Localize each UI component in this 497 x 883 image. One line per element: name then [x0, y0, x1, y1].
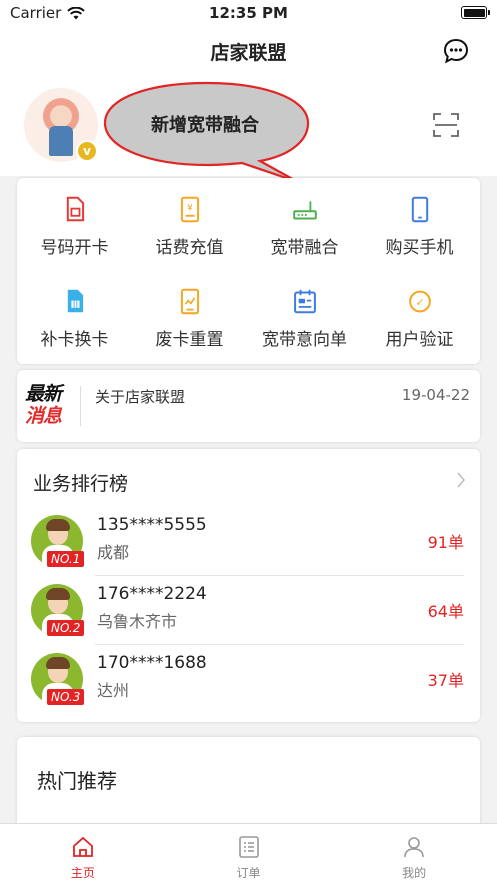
- chevron-right-icon[interactable]: [456, 471, 466, 489]
- vip-badge: v: [76, 140, 98, 162]
- battery-icon: [461, 6, 490, 19]
- grid-item-bill-recharge[interactable]: ¥ 话费充值: [132, 178, 247, 258]
- sim-card-icon: [66, 196, 84, 222]
- message-icon[interactable]: [443, 38, 469, 64]
- status-bar: Carrier 12:35 PM: [0, 0, 497, 26]
- bubble-text: 新增宽带融合: [151, 115, 259, 136]
- page-title: 店家联盟: [210, 41, 287, 64]
- rank-count: 91单: [427, 533, 464, 552]
- mobile-phone-icon: [411, 196, 428, 223]
- home-icon: [72, 836, 93, 857]
- rank-city: 乌鲁木齐市: [97, 612, 178, 631]
- card-reset-icon: [180, 288, 199, 315]
- hot-title: 热门推荐: [37, 769, 117, 793]
- avatar[interactable]: v: [24, 88, 98, 162]
- grid-item-number-activation[interactable]: 号码开卡: [17, 178, 132, 258]
- rank-phone: 170****1688: [97, 653, 207, 673]
- sim-replace-icon: [67, 289, 83, 313]
- rank-phone: 176****2224: [97, 584, 207, 604]
- svg-text:✓: ✓: [415, 296, 424, 309]
- rank-city: 达州: [97, 681, 130, 700]
- grid-item-card-reset[interactable]: 废卡重置: [132, 270, 247, 350]
- svg-text:¥: ¥: [187, 203, 193, 213]
- news-date: 19-04-22: [401, 386, 470, 404]
- grid-item-replace-card[interactable]: 补卡换卡: [17, 270, 132, 350]
- ranking-row[interactable]: NO.1 135****5555 成都 91单: [17, 507, 480, 576]
- status-time: 12:35 PM: [209, 4, 288, 22]
- tab-bar: 主页 订单 我的: [0, 823, 497, 883]
- rank-phone: 135****5555: [97, 515, 207, 535]
- rank-tag: NO.3: [47, 689, 85, 705]
- router-icon: [292, 201, 317, 220]
- news-headline[interactable]: 关于店家联盟: [95, 386, 185, 407]
- form-icon: [293, 289, 316, 314]
- verify-icon: ✓: [408, 290, 431, 313]
- tab-orders[interactable]: 订单: [166, 824, 332, 883]
- rank-count: 64单: [427, 602, 464, 621]
- ranking-title: 业务排行榜: [33, 473, 129, 495]
- scan-icon[interactable]: [432, 111, 460, 139]
- order-list-icon: [238, 836, 259, 858]
- news-bar[interactable]: 最新 消息 关于店家联盟 19-04-22: [17, 370, 480, 442]
- rank-tag: NO.1: [47, 551, 85, 567]
- ranking-row[interactable]: NO.2 176****2224 乌鲁木齐市 64单: [17, 576, 480, 645]
- nav-bar: 店家联盟: [0, 26, 497, 76]
- rank-tag: NO.2: [47, 620, 85, 636]
- rank-count: 37单: [427, 671, 464, 690]
- phone-bill-icon: ¥: [180, 196, 199, 223]
- grid-item-buy-phone[interactable]: 购买手机: [362, 178, 477, 258]
- grid-item-broadband-intent[interactable]: 宽带意向单: [247, 270, 362, 350]
- service-grid: 号码开卡 ¥ 话费充值 宽带融合 购买手机 补卡换卡 废卡重置 宽带意向单 ✓ …: [17, 178, 480, 364]
- ranking-row[interactable]: NO.3 170****1688 达州 37单: [17, 645, 480, 714]
- ranking-card: 业务排行榜 NO.1 135****5555 成都 91单 NO.2 176**…: [17, 449, 480, 722]
- tab-home[interactable]: 主页: [0, 824, 166, 883]
- tab-profile[interactable]: 我的: [331, 824, 497, 883]
- divider: [80, 386, 81, 426]
- grid-item-broadband[interactable]: 宽带融合: [247, 178, 362, 258]
- grid-item-user-verify[interactable]: ✓ 用户验证: [362, 270, 477, 350]
- rank-city: 成都: [97, 543, 130, 562]
- user-icon: [404, 837, 424, 858]
- news-logo: 最新 消息: [25, 383, 62, 427]
